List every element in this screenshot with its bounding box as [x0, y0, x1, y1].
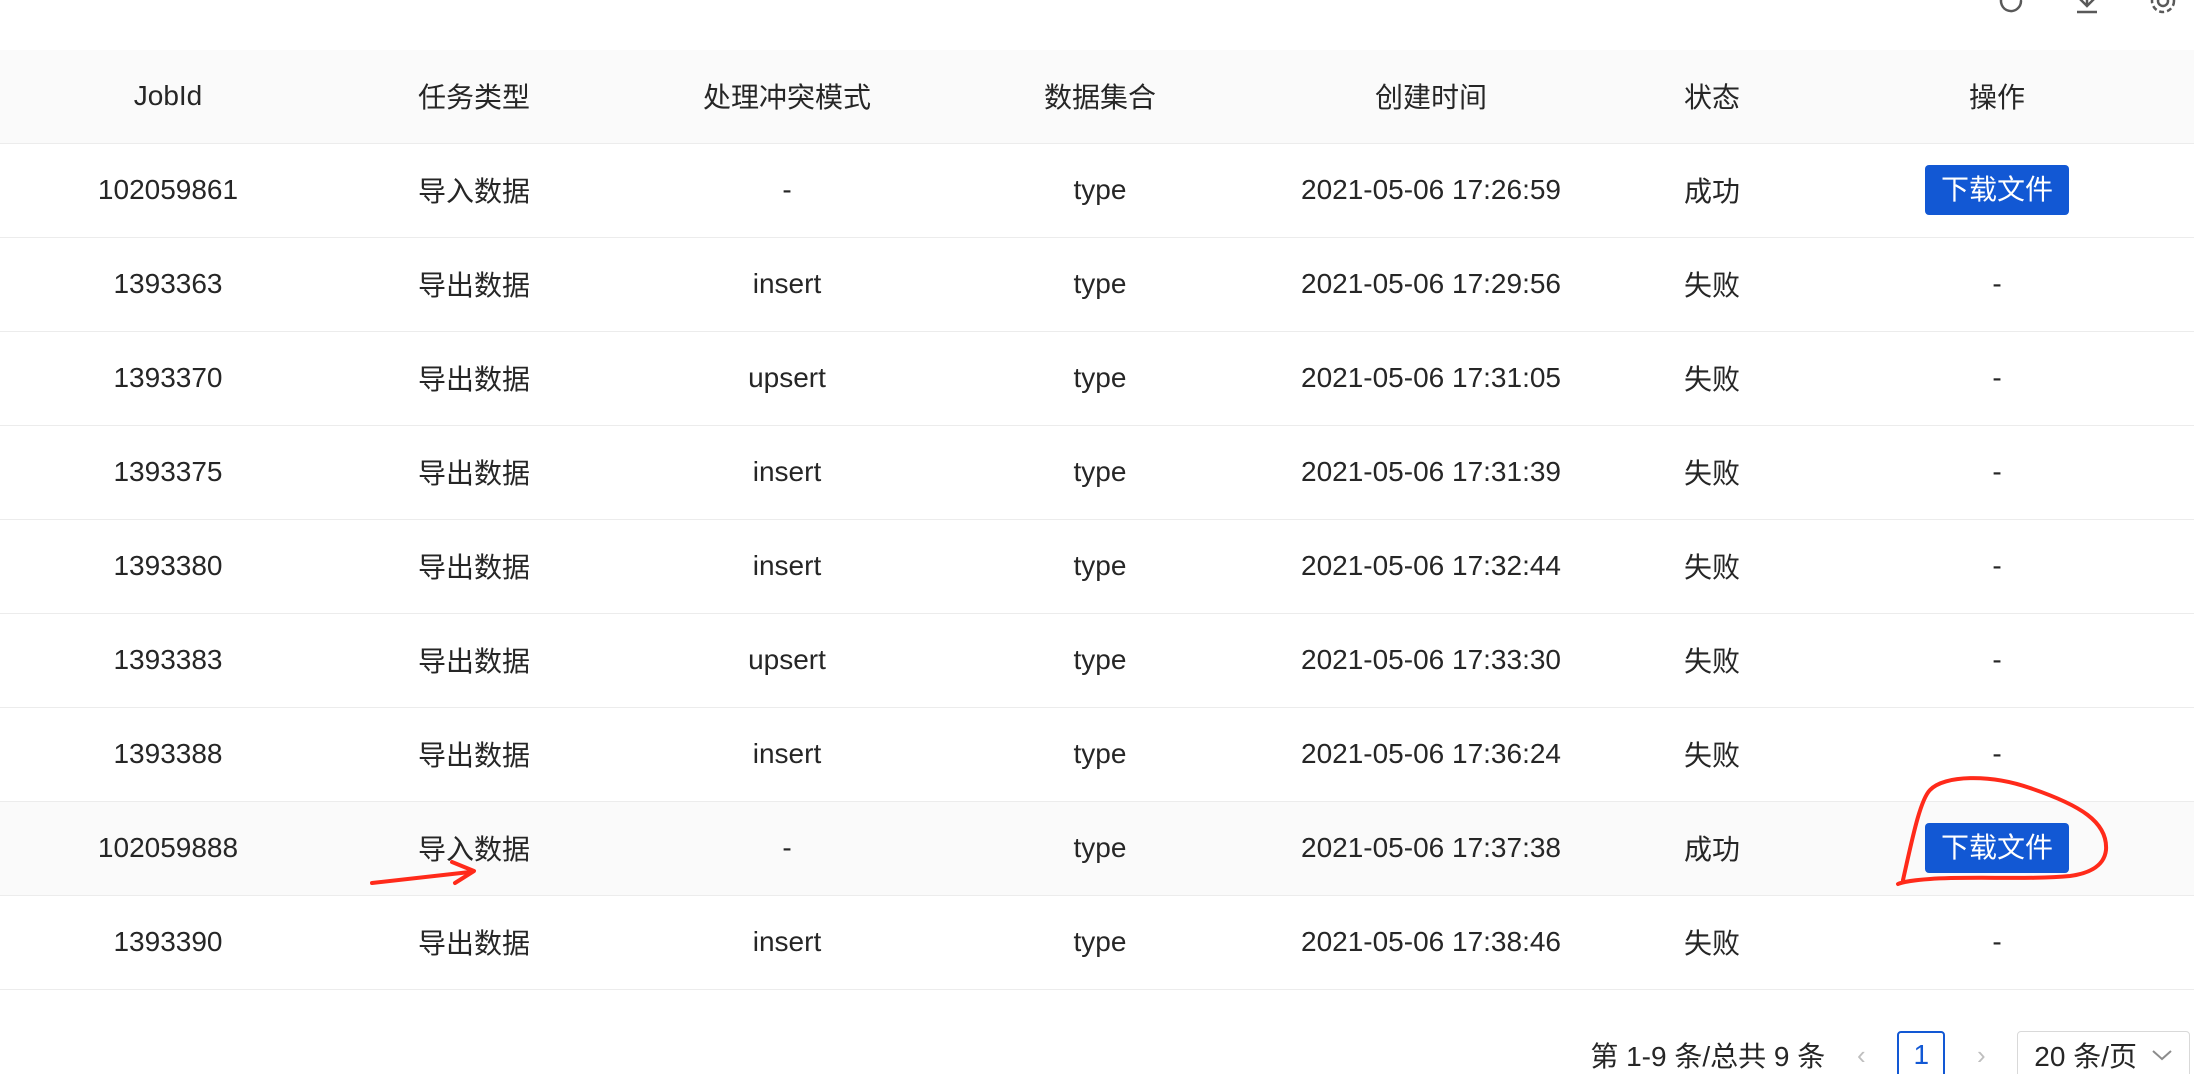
- cell-created-at: 2021-05-06 17:26:59: [1238, 143, 1624, 238]
- reload-icon[interactable]: [1994, 0, 2028, 18]
- table-row: 1393370 导出数据 upsert type 2021-05-06 17:3…: [0, 331, 2194, 426]
- cell-status: 成功: [1624, 143, 1800, 238]
- cell-collection: type: [962, 425, 1238, 520]
- cell-status: 失败: [1624, 519, 1800, 614]
- cell-conflict-mode: insert: [612, 895, 962, 990]
- column-header-jobid: JobId: [0, 50, 336, 144]
- cell-conflict-mode: -: [612, 801, 962, 896]
- cell-collection: type: [962, 613, 1238, 708]
- cell-conflict-mode: upsert: [612, 613, 962, 708]
- cell-conflict-mode: -: [612, 143, 962, 238]
- table-toolbar: [1994, 0, 2180, 18]
- cell-collection: type: [962, 801, 1238, 896]
- page-size-value: 20 条/页: [2034, 1041, 2137, 1072]
- cell-created-at: 2021-05-06 17:36:24: [1238, 707, 1624, 802]
- cell-task-type: 导出数据: [336, 331, 612, 426]
- cell-job-id: 102059861: [0, 143, 336, 238]
- cell-job-id: 1393363: [0, 237, 336, 332]
- cell-created-at: 2021-05-06 17:29:56: [1238, 237, 1624, 332]
- settings-icon[interactable]: [2146, 0, 2180, 18]
- cell-collection: type: [962, 519, 1238, 614]
- cell-action: 下载文件: [1800, 801, 2194, 896]
- cell-action: -: [1800, 707, 2194, 802]
- cell-collection: type: [962, 237, 1238, 332]
- cell-created-at: 2021-05-06 17:31:39: [1238, 425, 1624, 520]
- cell-status: 失败: [1624, 425, 1800, 520]
- pagination: 第 1-9 条/总共 9 条 ‹ 1 › 20 条/页: [1590, 1030, 2194, 1074]
- cell-action: -: [1800, 895, 2194, 990]
- cell-action: -: [1800, 425, 2194, 520]
- cell-task-type: 导入数据: [336, 143, 612, 238]
- cell-conflict-mode: insert: [612, 425, 962, 520]
- table-row: 102059888 导入数据 - type 2021-05-06 17:37:3…: [0, 801, 2194, 896]
- table-row: 1393390 导出数据 insert type 2021-05-06 17:3…: [0, 895, 2194, 990]
- column-header-conflict-mode: 处理冲突模式: [612, 50, 962, 144]
- table-row: 1393375 导出数据 insert type 2021-05-06 17:3…: [0, 425, 2194, 520]
- cell-created-at: 2021-05-06 17:37:38: [1238, 801, 1624, 896]
- cell-job-id: 1393375: [0, 425, 336, 520]
- cell-task-type: 导出数据: [336, 519, 612, 614]
- cell-job-id: 102059888: [0, 801, 336, 896]
- cell-conflict-mode: upsert: [612, 331, 962, 426]
- download-file-button[interactable]: 下载文件: [1924, 164, 2069, 216]
- cell-collection: type: [962, 895, 1238, 990]
- cell-task-type: 导出数据: [336, 895, 612, 990]
- cell-collection: type: [962, 143, 1238, 238]
- page-size-select[interactable]: 20 条/页: [2017, 1031, 2190, 1074]
- table-row: 1393380 导出数据 insert type 2021-05-06 17:3…: [0, 519, 2194, 614]
- cell-job-id: 1393380: [0, 519, 336, 614]
- table-header-row: JobId 任务类型 处理冲突模式 数据集合 创建时间 状态 操作: [0, 50, 2194, 144]
- job-table: JobId 任务类型 处理冲突模式 数据集合 创建时间 状态 操作 102059…: [0, 50, 2194, 990]
- cell-conflict-mode: insert: [612, 707, 962, 802]
- cell-action: 下载文件: [1800, 143, 2194, 238]
- cell-task-type: 导出数据: [336, 613, 612, 708]
- cell-conflict-mode: insert: [612, 519, 962, 614]
- page-button-current[interactable]: 1: [1897, 1031, 1946, 1074]
- cell-collection: type: [962, 707, 1238, 802]
- cell-status: 失败: [1624, 707, 1800, 802]
- cell-action: -: [1800, 237, 2194, 332]
- cell-status: 失败: [1624, 895, 1800, 990]
- column-header-actions: 操作: [1800, 50, 2194, 144]
- column-header-status: 状态: [1624, 50, 1800, 144]
- download-icon[interactable]: [2070, 0, 2104, 18]
- cell-job-id: 1393390: [0, 895, 336, 990]
- job-list-page: JobId 任务类型 处理冲突模式 数据集合 创建时间 状态 操作 102059…: [0, 0, 2194, 1074]
- cell-job-id: 1393383: [0, 613, 336, 708]
- cell-status: 失败: [1624, 613, 1800, 708]
- cell-created-at: 2021-05-06 17:31:05: [1238, 331, 1624, 426]
- table-row: 102059861 导入数据 - type 2021-05-06 17:26:5…: [0, 143, 2194, 238]
- download-file-button[interactable]: 下载文件: [1924, 822, 2069, 874]
- cell-created-at: 2021-05-06 17:32:44: [1238, 519, 1624, 614]
- cell-created-at: 2021-05-06 17:38:46: [1238, 895, 1624, 990]
- cell-status: 失败: [1624, 237, 1800, 332]
- cell-job-id: 1393388: [0, 707, 336, 802]
- table-row: 1393383 导出数据 upsert type 2021-05-06 17:3…: [0, 613, 2194, 708]
- table-row: 1393388 导出数据 insert type 2021-05-06 17:3…: [0, 707, 2194, 802]
- cell-status: 失败: [1624, 331, 1800, 426]
- prev-page-icon[interactable]: ‹: [1849, 1040, 1873, 1071]
- cell-task-type: 导出数据: [336, 707, 612, 802]
- table-row: 1393363 导出数据 insert type 2021-05-06 17:2…: [0, 237, 2194, 332]
- cell-task-type: 导入数据: [336, 801, 612, 896]
- column-header-task-type: 任务类型: [336, 50, 612, 144]
- cell-action: -: [1800, 613, 2194, 708]
- cell-job-id: 1393370: [0, 331, 336, 426]
- column-header-created-at: 创建时间: [1238, 50, 1624, 144]
- cell-collection: type: [962, 331, 1238, 426]
- cell-action: -: [1800, 331, 2194, 426]
- cell-created-at: 2021-05-06 17:33:30: [1238, 613, 1624, 708]
- cell-task-type: 导出数据: [336, 425, 612, 520]
- cell-action: -: [1800, 519, 2194, 614]
- cell-status: 成功: [1624, 801, 1800, 896]
- column-header-collection: 数据集合: [962, 50, 1238, 144]
- next-page-icon[interactable]: ›: [1969, 1040, 1993, 1071]
- pagination-summary: 第 1-9 条/总共 9 条: [1590, 1041, 1826, 1072]
- cell-task-type: 导出数据: [336, 237, 612, 332]
- cell-conflict-mode: insert: [612, 237, 962, 332]
- chevron-down-icon: [2152, 1050, 2172, 1061]
